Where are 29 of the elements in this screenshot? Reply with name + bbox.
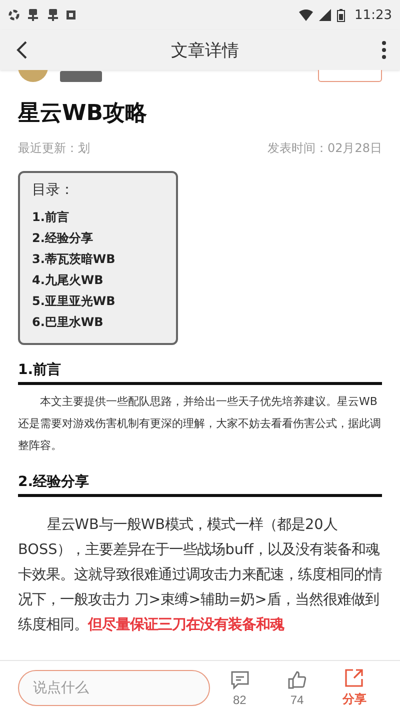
updated-label: 最近更新：划 bbox=[18, 140, 90, 157]
battery-icon bbox=[336, 8, 345, 22]
share-icon bbox=[344, 668, 364, 688]
toc-item[interactable]: 5.亚里亚光WB bbox=[32, 291, 164, 312]
section-heading: 1.前言 bbox=[18, 361, 382, 385]
section-heading: 2.经验分享 bbox=[18, 473, 382, 497]
toc-item[interactable]: 2.经验分享 bbox=[32, 228, 164, 249]
paragraph: 本文主要提供一些配队思路，并给出一些天子优先培养建议。星云WB还是需要对游戏伤害机制有更深的理解，大家不妨去看看伤害公式，据此调整阵容。 bbox=[18, 394, 382, 454]
toc-heading: 目录： bbox=[32, 181, 75, 199]
page-title: 文章详情 bbox=[171, 40, 239, 62]
role-badge bbox=[60, 71, 102, 82]
publish-time: 发表时间：02月28日 bbox=[267, 140, 382, 157]
toc-item[interactable]: 6.巴里水WB bbox=[32, 312, 164, 333]
comment-field[interactable]: 说点什么 bbox=[18, 670, 210, 706]
paragraph: 星云WB与一般WB模式，模式一样（都是20人BOSS），主要差异在于一些战场buff，以及没有装备和魂卡效果。这就导致很难通过调攻击力来配速，练度相同的情况下，一般攻击力 刀>束缚>辅助=奶>盾，当然很难做到练度相同。但尽量保证三刀在没有装备和魂 bbox=[18, 516, 382, 635]
comment-button[interactable]: 82 bbox=[212, 670, 268, 706]
thumbs-up-icon bbox=[286, 670, 307, 690]
back-icon[interactable] bbox=[16, 40, 28, 60]
wifi-icon bbox=[298, 9, 313, 21]
signal-icon bbox=[318, 9, 331, 21]
toc-item[interactable]: 4.九尾火WB bbox=[32, 270, 164, 291]
status-time: 11:23 bbox=[354, 8, 392, 22]
comment-icon bbox=[230, 670, 250, 690]
share-button[interactable]: 分享 bbox=[326, 668, 382, 708]
toc-item[interactable]: 3.蒂瓦茨暗WB bbox=[32, 249, 164, 270]
like-button[interactable]: 74 bbox=[269, 670, 325, 706]
toc-item[interactable]: 1.前言 bbox=[32, 207, 164, 228]
more-icon[interactable] bbox=[382, 41, 386, 59]
article-title: 星云WB攻略 bbox=[18, 100, 148, 128]
